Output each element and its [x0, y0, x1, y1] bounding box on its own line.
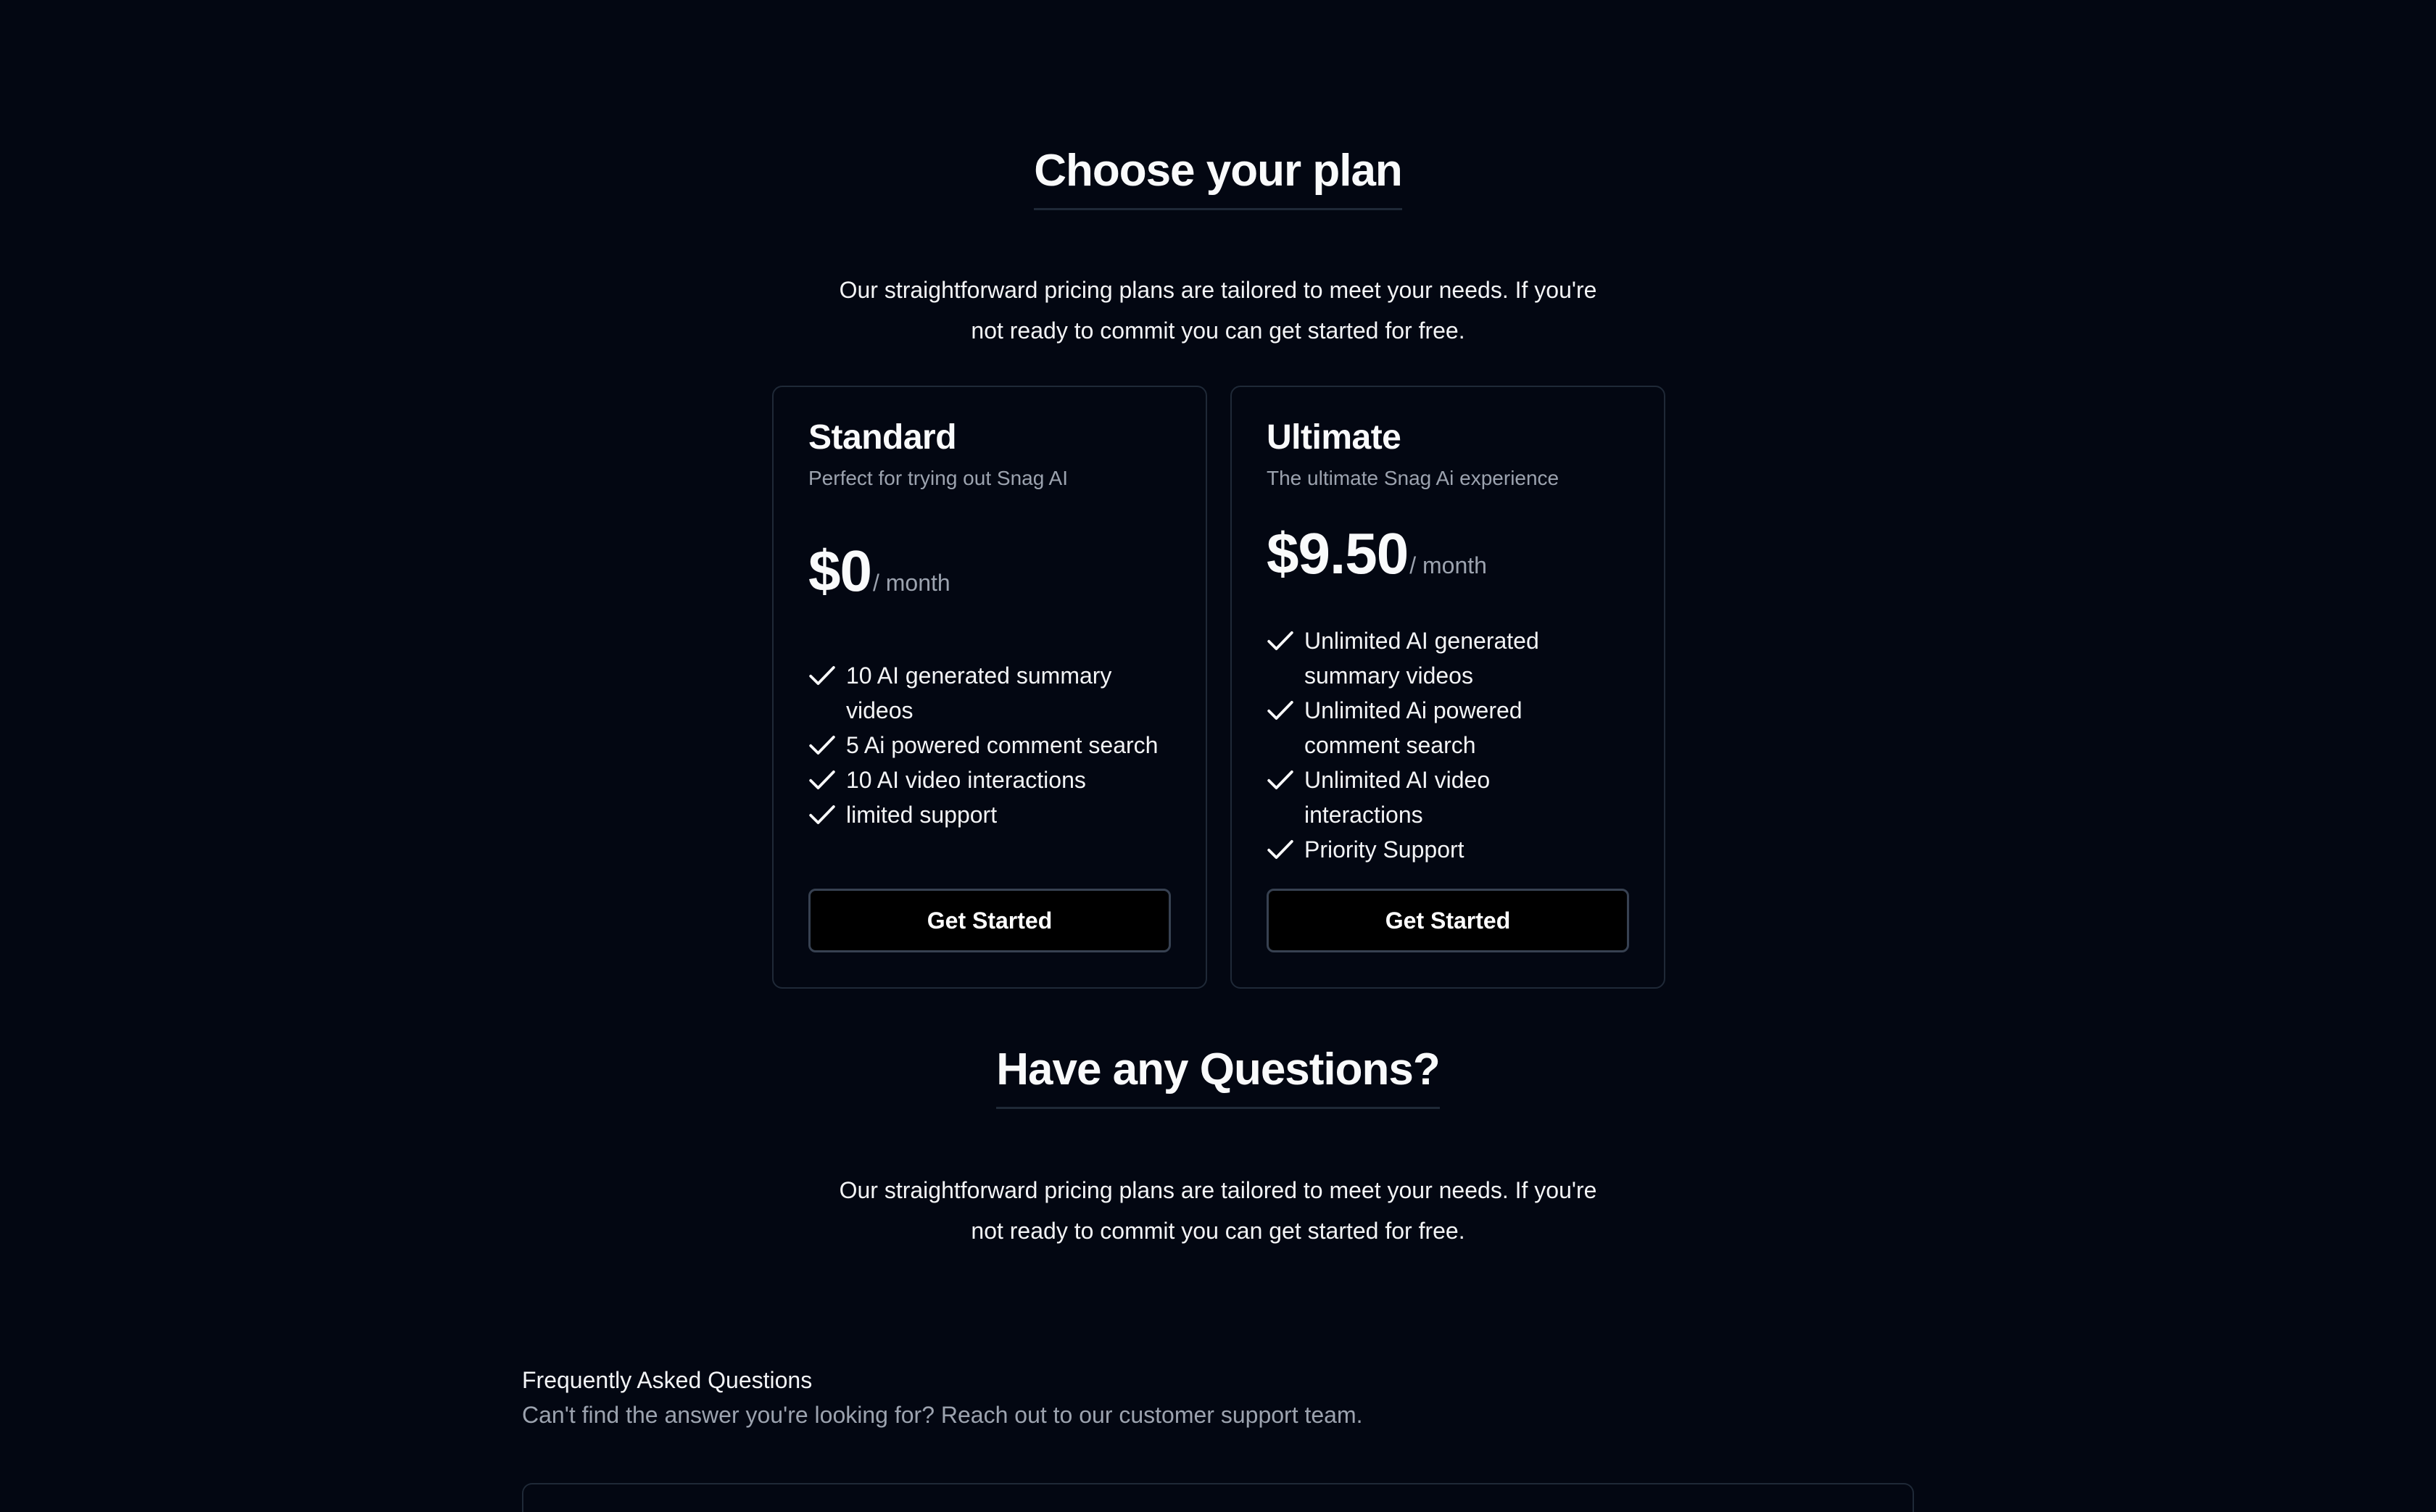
feature-list: 10 AI generated summary videos 5 Ai powe… — [808, 658, 1171, 832]
feature-item: 10 AI video interactions — [808, 763, 1171, 797]
price-amount: $0 — [808, 539, 872, 603]
plan-description: Perfect for trying out Snag AI — [808, 467, 1068, 489]
plan-name: Standard — [808, 418, 957, 457]
feature-label: 5 Ai powered comment search — [846, 732, 1159, 758]
pricing-page: Choose your plan Our straightforward pri… — [0, 0, 2436, 1512]
feature-list: Unlimited AI generated summary videos Un… — [1267, 623, 1578, 867]
feature-item: 5 Ai powered comment search — [808, 728, 1171, 763]
feature-item: Unlimited AI generated summary videos — [1267, 623, 1578, 693]
pricing-intro: Our straightforward pricing plans are ta… — [839, 277, 1597, 344]
feature-label: 10 AI video interactions — [846, 767, 1086, 793]
check-icon — [808, 658, 837, 693]
get-started-button[interactable]: Get Started — [808, 889, 1171, 952]
feature-item: Priority Support — [1267, 832, 1578, 867]
faq-subtitle: Can't find the answer you're looking for… — [522, 1402, 1363, 1428]
questions-heading: Have any Questions? — [0, 1044, 2436, 1110]
check-icon — [808, 763, 837, 797]
feature-label: Unlimited AI generated summary videos — [1304, 628, 1539, 689]
price-amount: $9.50 — [1267, 521, 1409, 586]
feature-label: 10 AI generated summary videos — [846, 662, 1112, 723]
plan-description: The ultimate Snag Ai experience — [1267, 467, 1559, 489]
feature-item: Unlimited Ai powered comment search — [1267, 693, 1578, 763]
pricing-title: Choose your plan — [1034, 145, 1403, 211]
plan-price: $0/ month — [808, 538, 950, 605]
check-icon — [1267, 763, 1296, 797]
check-icon — [1267, 623, 1296, 658]
plan-name: Ultimate — [1267, 418, 1401, 457]
feature-item: limited support — [808, 797, 1171, 832]
price-period: / month — [1409, 552, 1487, 578]
check-icon — [808, 797, 837, 832]
check-icon — [1267, 693, 1296, 728]
check-icon — [808, 728, 837, 763]
feature-label: Unlimited AI video interactions — [1304, 767, 1491, 828]
check-icon — [1267, 832, 1296, 867]
feature-label: limited support — [846, 802, 998, 828]
questions-intro: Our straightforward pricing plans are ta… — [839, 1177, 1597, 1244]
plan-price: $9.50/ month — [1267, 520, 1487, 587]
feature-label: Unlimited Ai powered comment search — [1304, 697, 1522, 758]
plan-card-ultimate: Ultimate The ultimate Snag Ai experience… — [1230, 386, 1665, 989]
get-started-button[interactable]: Get Started — [1267, 889, 1629, 952]
faq-accordion — [522, 1483, 1914, 1512]
questions-title: Have any Questions? — [996, 1044, 1441, 1110]
pricing-heading: Choose your plan — [0, 145, 2436, 211]
feature-item: Unlimited AI video interactions — [1267, 763, 1578, 832]
faq-title: Frequently Asked Questions — [522, 1367, 813, 1393]
price-period: / month — [872, 570, 950, 596]
feature-item: 10 AI generated summary videos — [808, 658, 1171, 728]
feature-label: Priority Support — [1304, 836, 1464, 863]
plan-card-standard: Standard Perfect for trying out Snag AI … — [772, 386, 1207, 989]
